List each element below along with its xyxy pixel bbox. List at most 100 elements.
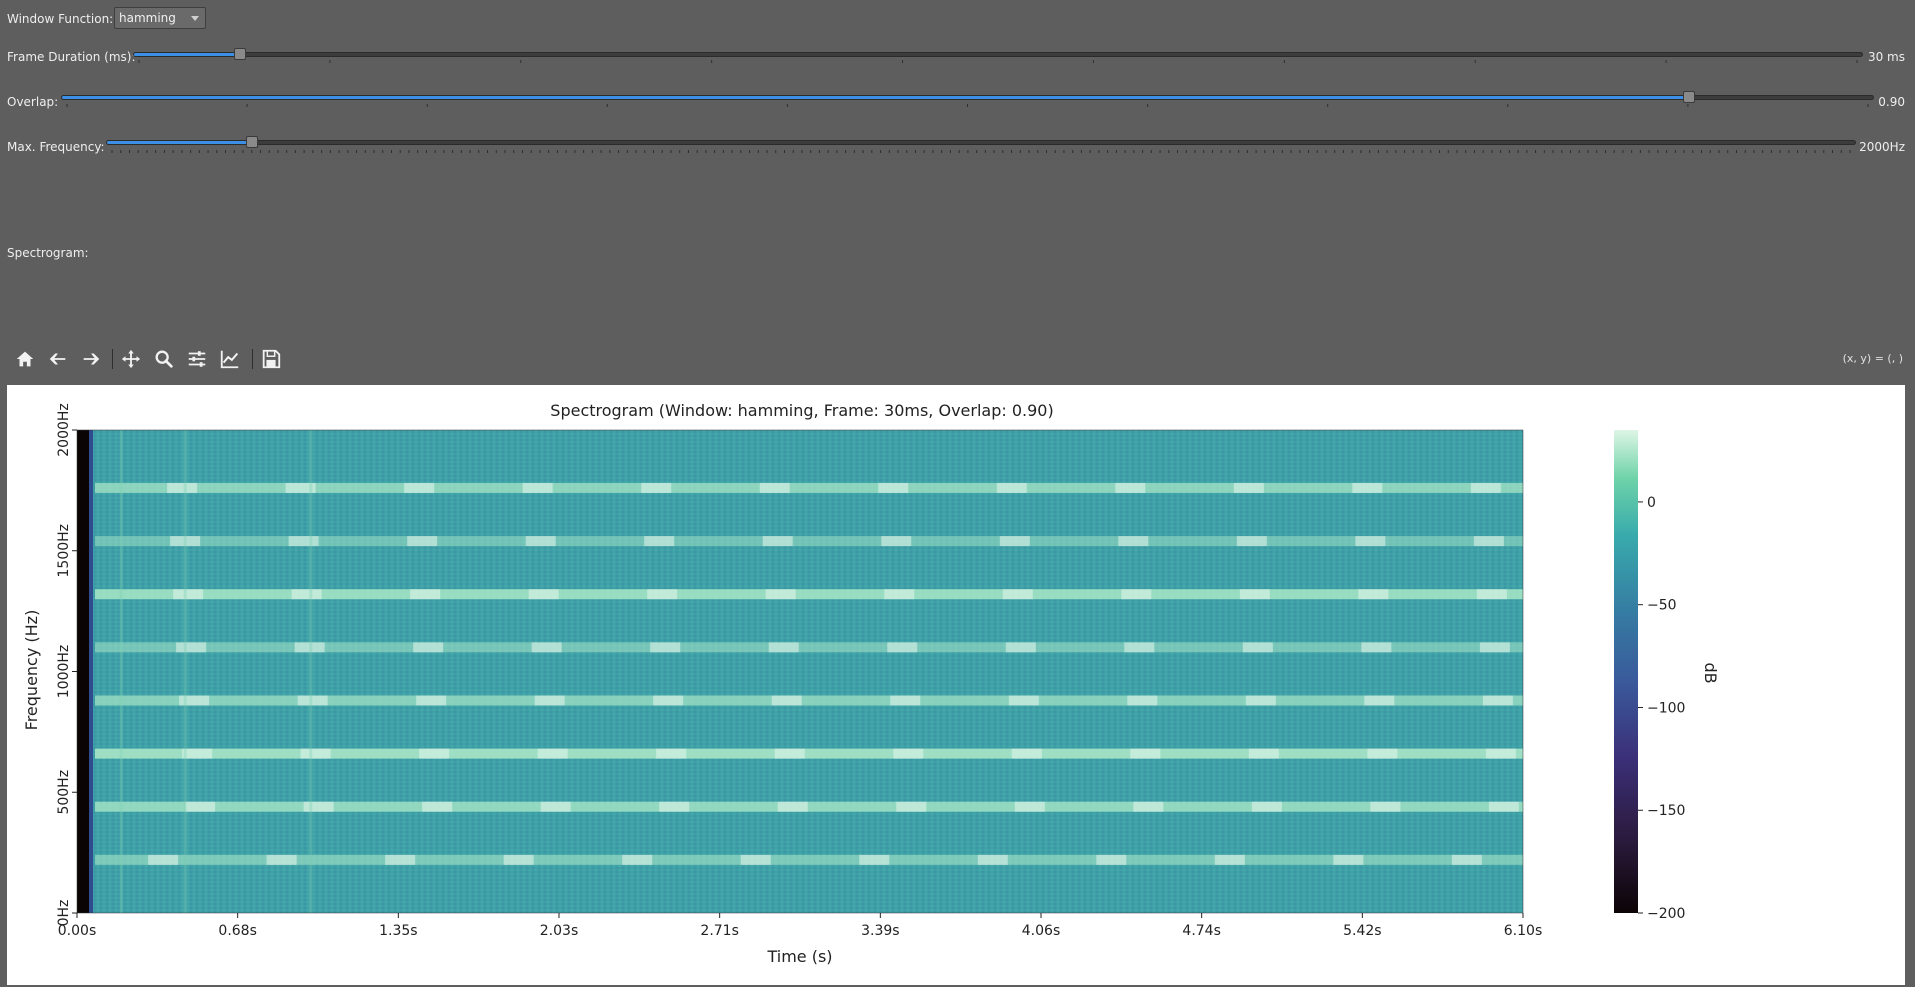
- plot-canvas[interactable]: Spectrogram (Window: hamming, Frame: 30m…: [7, 385, 1905, 985]
- spectrogram-label: Spectrogram:: [7, 246, 89, 260]
- harmonic-highlight: [537, 748, 568, 759]
- pan-icon[interactable]: [118, 346, 144, 372]
- harmonic-highlight: [266, 854, 297, 865]
- spectrogram-chart: Spectrogram (Window: hamming, Frame: 30m…: [22, 401, 1720, 966]
- harmonic-highlight: [1133, 801, 1164, 812]
- save-icon[interactable]: [258, 346, 284, 372]
- harmonic-highlight: [1121, 589, 1152, 600]
- colorbar-tick-label: −100: [1647, 700, 1685, 716]
- max-frequency-slider[interactable]: [106, 136, 1856, 148]
- harmonic-highlight: [1251, 801, 1282, 812]
- colorbar-label: dB: [1701, 662, 1720, 683]
- harmonic-highlight: [416, 695, 447, 706]
- harmonic-highlight: [1214, 854, 1245, 865]
- max-frequency-label: Max. Frequency:: [7, 140, 105, 154]
- chart-title: Spectrogram (Window: hamming, Frame: 30m…: [550, 401, 1053, 420]
- harmonic-highlight: [179, 695, 210, 706]
- window-function-value: hamming: [119, 11, 176, 25]
- harmonic-highlight: [540, 801, 571, 812]
- y-tick-label: 1000Hz: [56, 645, 72, 699]
- harmonic-highlight: [1245, 695, 1276, 706]
- overlap-value: 0.90: [1878, 95, 1905, 109]
- harmonic-highlight: [759, 482, 790, 493]
- harmonic-highlight: [1488, 801, 1519, 812]
- harmonic-highlight: [1370, 801, 1401, 812]
- harmonic-highlight: [407, 536, 438, 547]
- harmonic-highlight: [1115, 482, 1146, 493]
- slider-handle[interactable]: [246, 136, 258, 148]
- overlap-slider[interactable]: [61, 91, 1874, 103]
- harmonic-highlight: [167, 482, 198, 493]
- harmonic-highlight: [1479, 642, 1510, 653]
- slider-ticks: [66, 104, 1869, 107]
- toolbar-separator: [252, 349, 253, 369]
- y-axis-ticks: 0Hz 500Hz 1000Hz 1500Hz 2000Hz: [56, 403, 77, 926]
- harmonic-highlight: [859, 854, 890, 865]
- frame-duration-label: Frame Duration (ms):: [7, 50, 136, 64]
- x-tick-label: 2.03s: [540, 923, 578, 939]
- harmonic-highlight: [1482, 695, 1513, 706]
- harmonic-highlight: [422, 801, 453, 812]
- slider-handle[interactable]: [234, 48, 246, 60]
- harmonic-highlight: [1361, 642, 1392, 653]
- harmonic-highlight: [173, 589, 204, 600]
- y-tick-label: 1500Hz: [56, 524, 72, 578]
- harmonic-highlight: [522, 482, 553, 493]
- onset-line: [119, 430, 123, 913]
- window-function-select[interactable]: hamming: [114, 7, 206, 29]
- harmonic-highlight: [1118, 536, 1149, 547]
- harmonic-highlight: [288, 536, 319, 547]
- harmonic-highlight: [777, 801, 808, 812]
- harmonic-highlight: [1470, 482, 1501, 493]
- onset-line: [309, 430, 313, 913]
- spectrogram-onset: [77, 430, 89, 913]
- harmonic-highlight: [534, 695, 565, 706]
- colorbar-tick-label: −150: [1647, 803, 1685, 819]
- harmonic-highlight: [419, 748, 450, 759]
- harmonic-highlight: [303, 801, 334, 812]
- colorbar-tick-label: −50: [1647, 598, 1677, 614]
- slider-handle[interactable]: [1683, 91, 1695, 103]
- harmonic-highlight: [999, 536, 1030, 547]
- slider-ticks: [111, 150, 1851, 153]
- harmonic-highlight: [887, 642, 918, 653]
- y-axis-label: Frequency (Hz): [22, 610, 41, 731]
- configure-icon[interactable]: [184, 346, 210, 372]
- harmonic-highlight: [531, 642, 562, 653]
- x-tick-label: 4.06s: [1022, 923, 1060, 939]
- harmonic-highlight: [768, 642, 799, 653]
- harmonic-highlight: [297, 695, 328, 706]
- harmonic-highlight: [884, 589, 915, 600]
- frame-duration-slider[interactable]: [133, 48, 1863, 60]
- home-icon[interactable]: [12, 346, 38, 372]
- harmonic-highlight: [503, 854, 534, 865]
- slider-ticks: [138, 60, 1858, 63]
- harmonic-highlight: [176, 642, 207, 653]
- colorbar: [1614, 430, 1638, 913]
- harmonic-highlight: [1476, 589, 1507, 600]
- harmonic-highlight: [890, 695, 921, 706]
- slider-fill: [134, 53, 240, 56]
- harmonic-highlight: [896, 801, 927, 812]
- slider-fill: [62, 96, 1689, 99]
- spectrogram-image: [76, 429, 1524, 914]
- x-tick-label: 1.35s: [379, 923, 417, 939]
- harmonic-highlight: [1485, 748, 1516, 759]
- harmonic-highlight: [148, 854, 179, 865]
- harmonic-highlight: [1355, 536, 1386, 547]
- x-axis-label: Time (s): [766, 947, 832, 966]
- forward-icon[interactable]: [78, 346, 104, 372]
- harmonic-highlight: [1236, 536, 1267, 547]
- harmonic-highlight: [1352, 482, 1383, 493]
- harmonic-highlight: [893, 748, 924, 759]
- harmonic-highlight: [413, 642, 444, 653]
- edit-axes-icon[interactable]: [217, 346, 243, 372]
- frame-duration-value: 30 ms: [1867, 50, 1905, 64]
- spectrogram-background: [77, 430, 1523, 913]
- harmonic-highlight: [291, 589, 322, 600]
- zoom-icon[interactable]: [151, 346, 177, 372]
- harmonic-highlight: [1096, 854, 1127, 865]
- harmonic-highlight: [996, 482, 1027, 493]
- harmonic-highlight: [1473, 536, 1504, 547]
- back-icon[interactable]: [45, 346, 71, 372]
